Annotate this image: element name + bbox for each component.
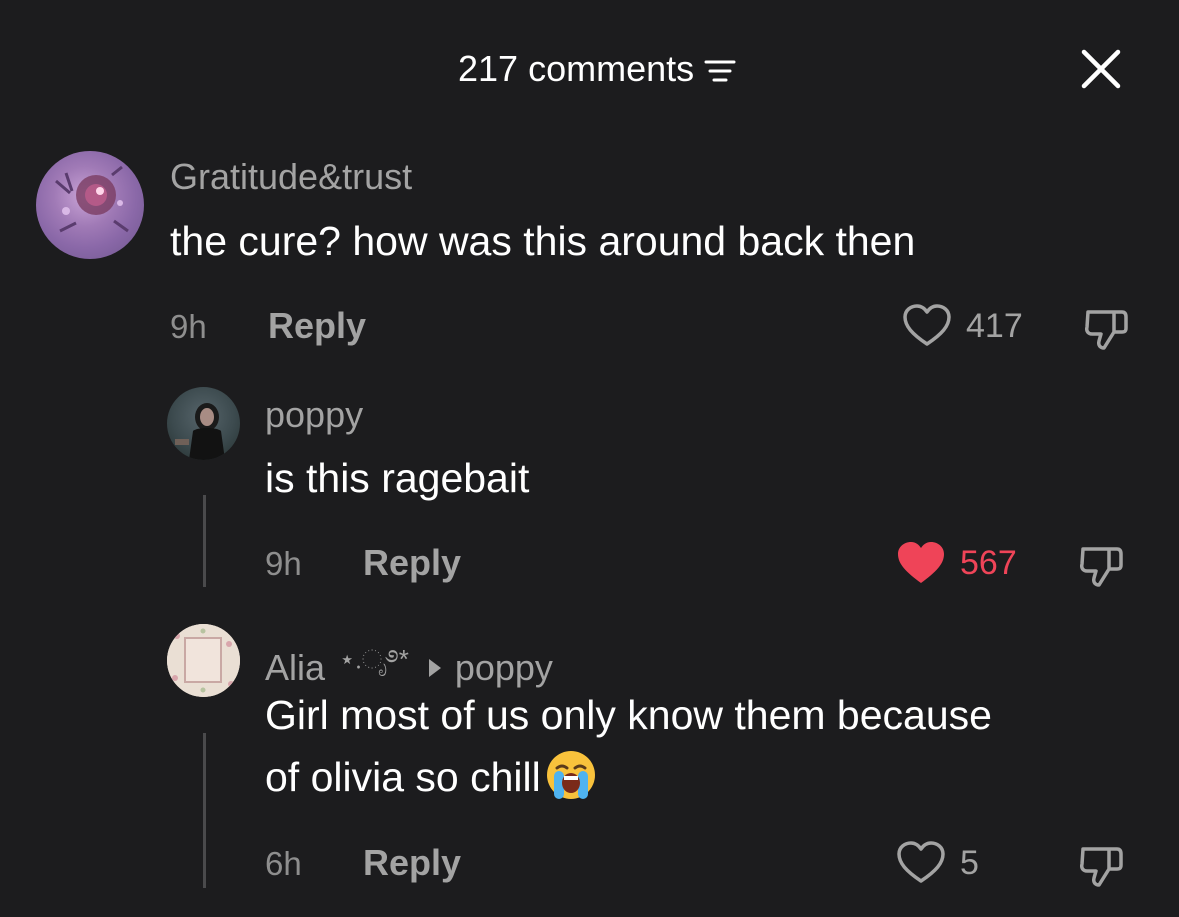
comment-username[interactable]: Alia <box>265 647 325 689</box>
reply-arrow-icon <box>428 658 441 677</box>
close-icon[interactable] <box>1078 46 1124 92</box>
heart-outline-icon[interactable] <box>896 841 946 885</box>
comments-count-sort[interactable]: 217 comments <box>458 48 736 90</box>
heart-outline-icon[interactable] <box>902 304 952 348</box>
comment-text: the cure? how was this around back then <box>170 218 916 264</box>
comment-username[interactable]: Gratitude&trust <box>170 156 412 198</box>
reply-button[interactable]: Reply <box>363 542 461 584</box>
reply-button[interactable]: Reply <box>363 842 461 884</box>
thread-line <box>203 733 206 888</box>
comment-time: 9h <box>265 545 302 582</box>
comment-username[interactable]: poppy <box>265 394 363 436</box>
comments-header: 217 comments <box>0 40 1179 100</box>
loudly-crying-face-icon <box>546 751 595 799</box>
like-count: 417 <box>966 307 1023 345</box>
comment-text: is this ragebait <box>265 455 530 501</box>
dislike-icon[interactable] <box>1077 541 1125 589</box>
heart-filled-icon[interactable] <box>896 541 946 585</box>
comment-text-line2: of olivia so chill <box>265 754 541 800</box>
comment-text-line1: Girl most of us only know them because <box>265 692 992 738</box>
comment-time: 9h <box>170 308 207 345</box>
avatar[interactable] <box>167 624 240 697</box>
sort-icon[interactable] <box>704 58 736 84</box>
thread-line <box>203 495 206 587</box>
comment-time: 6h <box>265 845 302 882</box>
comments-count: 217 comments <box>458 48 695 89</box>
avatar[interactable] <box>36 151 144 259</box>
comment-text-line2-row: of olivia so chill <box>265 746 597 808</box>
like-count: 5 <box>960 844 979 882</box>
like-count: 567 <box>960 544 1017 582</box>
reply-to-username[interactable]: poppy <box>455 647 553 689</box>
dislike-icon[interactable] <box>1082 304 1130 352</box>
dislike-icon[interactable] <box>1077 841 1125 889</box>
avatar[interactable] <box>167 387 240 460</box>
reply-button[interactable]: Reply <box>268 305 366 347</box>
